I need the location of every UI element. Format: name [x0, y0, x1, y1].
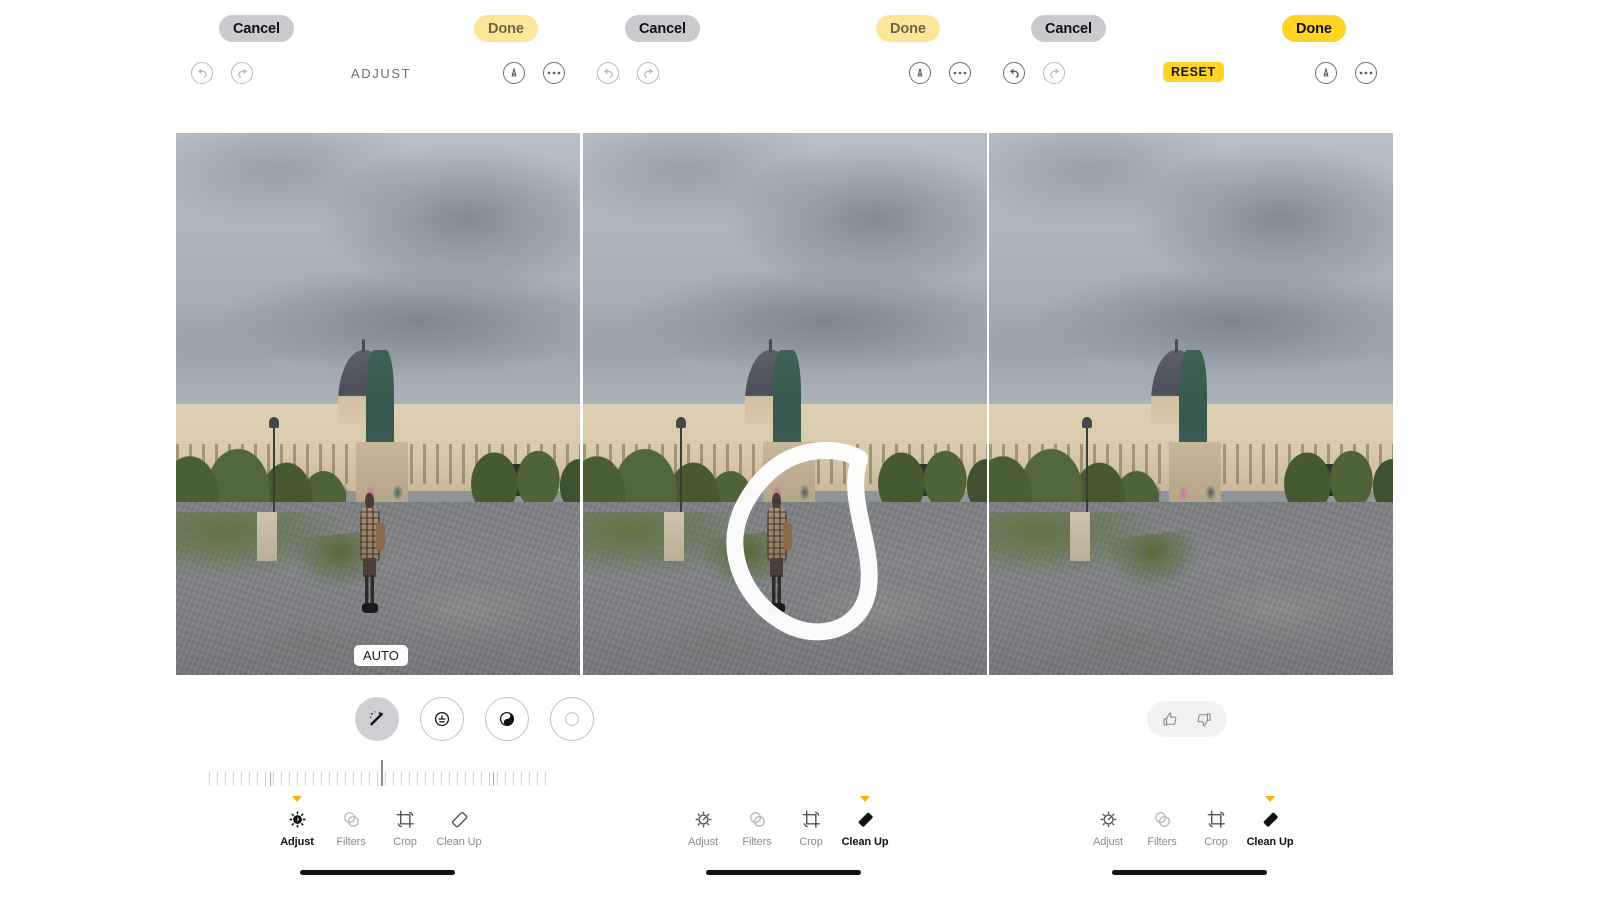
redo-icon[interactable]: [231, 62, 253, 84]
tab-filters[interactable]: Filters: [324, 806, 378, 848]
redo-icon[interactable]: [637, 62, 659, 84]
adjust-dial-icon: [286, 806, 309, 832]
more-ellipsis-icon[interactable]: [543, 62, 565, 84]
active-tab-marker: [860, 796, 870, 802]
photo-lawn-strip: [1099, 528, 1210, 600]
tab-label: Clean Up: [1246, 836, 1294, 848]
photo-subject-person: [761, 493, 793, 613]
tab-crop[interactable]: Crop: [378, 806, 432, 848]
cleanup-feedback-control[interactable]: [1147, 701, 1227, 737]
thumbs-up-icon[interactable]: [1161, 710, 1180, 729]
tab-label: Crop: [393, 836, 417, 848]
home-indicator: [706, 870, 861, 875]
undo-icon[interactable]: [191, 62, 213, 84]
undo-icon[interactable]: [1003, 62, 1025, 84]
tab-cleanup[interactable]: Clean Up: [838, 796, 892, 848]
photo-canvas[interactable]: [583, 133, 987, 675]
active-tab-marker: [1265, 796, 1275, 802]
auto-badge[interactable]: AUTO: [354, 645, 408, 666]
done-button[interactable]: Done: [1282, 15, 1346, 42]
tab-adjust[interactable]: Adjust: [676, 806, 730, 848]
editor-panel-cleanup-brush: Cancel Done: [580, 0, 987, 909]
eraser-icon: [448, 806, 471, 832]
done-button[interactable]: Done: [474, 15, 538, 42]
tab-label: Filters: [1147, 836, 1177, 848]
slider-major-tick: [492, 772, 495, 786]
person-bag: [783, 523, 793, 550]
tab-label: Crop: [799, 836, 823, 848]
slider-ticks: [209, 772, 547, 786]
markup-pen-icon[interactable]: [1315, 62, 1337, 84]
cancel-button[interactable]: Cancel: [1031, 15, 1106, 42]
editor-tabbar: Adjust Filters Crop Clean Up: [1081, 796, 1297, 848]
tab-label: Adjust: [1093, 836, 1123, 848]
tab-label: Crop: [1204, 836, 1228, 848]
person-legs: [771, 574, 782, 606]
tab-filters[interactable]: Filters: [730, 806, 784, 848]
person-shoes: [362, 603, 378, 613]
home-indicator: [300, 870, 455, 875]
cancel-button[interactable]: Cancel: [625, 15, 700, 42]
person-bag: [376, 523, 386, 550]
adjust-tool-brilliance[interactable]: [485, 697, 529, 741]
markup-pen-icon[interactable]: [503, 62, 525, 84]
photo-subject-person: [354, 493, 386, 613]
reset-button[interactable]: RESET: [1163, 62, 1224, 82]
adjust-tool-exposure[interactable]: [420, 697, 464, 741]
adjust-dial-icon: [1097, 806, 1120, 832]
slider-major-tick: [269, 772, 272, 786]
photo-stone-pedestal: [256, 512, 277, 562]
active-tab-marker: [292, 796, 302, 802]
person-shoes: [769, 603, 785, 613]
tab-crop[interactable]: Crop: [784, 806, 838, 848]
editor-panel-adjust: Cancel Done ADJUST AUTO Adjust Filters C…: [0, 0, 594, 909]
tab-label: Filters: [742, 836, 772, 848]
editor-tabbar: Adjust Filters Crop Clean Up: [270, 796, 486, 848]
adjust-tool-auto-enhance[interactable]: [355, 697, 399, 741]
person-legs: [364, 574, 375, 606]
home-indicator: [1112, 870, 1267, 875]
crop-rotate-icon: [394, 806, 417, 832]
eraser-icon: [854, 806, 877, 832]
filters-circles-icon: [1151, 806, 1174, 832]
tab-cleanup[interactable]: Clean Up: [432, 806, 486, 848]
editor-panel-cleanup-result: Cancel Done RESET Adjust Filters Crop Cl…: [986, 0, 1616, 909]
tab-label: Filters: [336, 836, 366, 848]
eraser-icon: [1259, 806, 1282, 832]
editor-tabbar-cleanup-brush: Adjust Filters Crop Clean Up: [676, 796, 892, 848]
tab-adjust[interactable]: Adjust: [1081, 806, 1135, 848]
photo-stone-pedestal: [663, 512, 684, 562]
filters-circles-icon: [340, 806, 363, 832]
panel-title: ADJUST: [351, 66, 412, 81]
tab-label: Clean Up: [841, 836, 889, 848]
thumbs-down-icon[interactable]: [1194, 710, 1213, 729]
tab-label: Adjust: [688, 836, 718, 848]
crop-rotate-icon: [800, 806, 823, 832]
more-ellipsis-icon[interactable]: [949, 62, 971, 84]
undo-icon[interactable]: [597, 62, 619, 84]
photo-canvas[interactable]: [989, 133, 1393, 675]
cancel-button[interactable]: Cancel: [219, 15, 294, 42]
done-button[interactable]: Done: [876, 15, 940, 42]
markup-pen-icon[interactable]: [909, 62, 931, 84]
tab-label: Adjust: [280, 836, 314, 848]
tab-adjust[interactable]: Adjust: [270, 796, 324, 848]
tab-filters[interactable]: Filters: [1135, 806, 1189, 848]
filters-circles-icon: [746, 806, 769, 832]
tab-crop[interactable]: Crop: [1189, 806, 1243, 848]
adjust-value-slider[interactable]: [209, 760, 547, 786]
tab-cleanup[interactable]: Clean Up: [1243, 796, 1297, 848]
slider-needle[interactable]: [381, 760, 383, 786]
crop-rotate-icon: [1205, 806, 1228, 832]
redo-icon[interactable]: [1043, 62, 1065, 84]
photo-stone-pedestal: [1069, 512, 1090, 562]
tab-label: Clean Up: [436, 836, 482, 848]
adjust-dial-icon: [692, 806, 715, 832]
more-ellipsis-icon[interactable]: [1355, 62, 1377, 84]
screenshot-root: Cancel Done ADJUST AUTO Adjust Filters C…: [0, 0, 1616, 909]
photo-canvas[interactable]: AUTO: [176, 133, 580, 675]
